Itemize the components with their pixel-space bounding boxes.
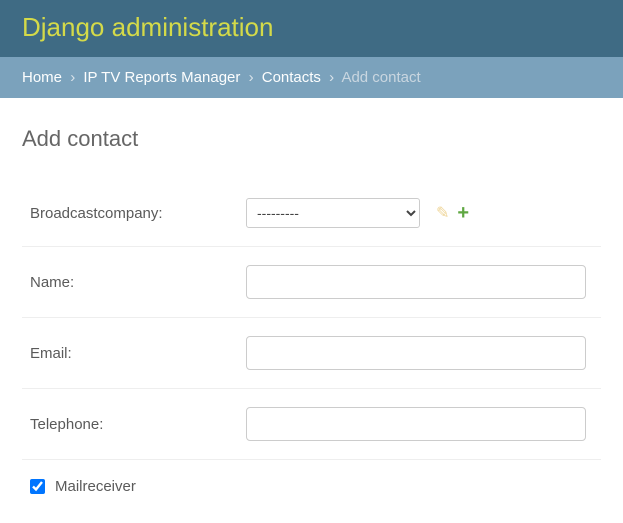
breadcrumb-separator: ›	[70, 69, 75, 86]
name-input[interactable]	[246, 265, 586, 299]
form-row-broadcastcompany: Broadcastcompany: --------- ✎ +	[22, 180, 601, 247]
telephone-label: Telephone:	[30, 416, 246, 433]
broadcastcompany-label: Broadcastcompany:	[30, 205, 246, 222]
mailreceiver-label: Mailreceiver	[55, 478, 136, 495]
name-label: Name:	[30, 274, 246, 291]
breadcrumbs: Home › IP TV Reports Manager › Contacts …	[0, 57, 623, 98]
breadcrumb-separator: ›	[249, 69, 254, 86]
site-title: Django administration	[22, 12, 601, 43]
breadcrumb-separator: ›	[329, 69, 334, 86]
pencil-icon[interactable]: ✎	[436, 203, 449, 223]
telephone-input[interactable]	[246, 407, 586, 441]
form-row-email: Email:	[22, 318, 601, 389]
form-row-mailreceiver: Mailreceiver	[22, 460, 601, 513]
email-field	[246, 336, 586, 370]
email-input[interactable]	[246, 336, 586, 370]
mailreceiver-checkbox[interactable]	[30, 479, 45, 494]
breadcrumb-current: Add contact	[341, 69, 420, 86]
content: Add contact Broadcastcompany: --------- …	[0, 98, 623, 523]
broadcastcompany-field: --------- ✎ +	[246, 198, 469, 228]
form-row-name: Name:	[22, 247, 601, 318]
name-field	[246, 265, 586, 299]
page-title: Add contact	[22, 126, 601, 152]
email-label: Email:	[30, 345, 246, 362]
form-row-telephone: Telephone:	[22, 389, 601, 460]
related-icons: ✎ +	[436, 203, 469, 223]
header: Django administration	[0, 0, 623, 57]
breadcrumb-model[interactable]: Contacts	[262, 69, 321, 86]
broadcastcompany-select[interactable]: ---------	[246, 198, 420, 228]
breadcrumb-home[interactable]: Home	[22, 69, 62, 86]
telephone-field	[246, 407, 586, 441]
breadcrumb-app[interactable]: IP TV Reports Manager	[83, 69, 240, 86]
plus-icon[interactable]: +	[457, 203, 469, 223]
